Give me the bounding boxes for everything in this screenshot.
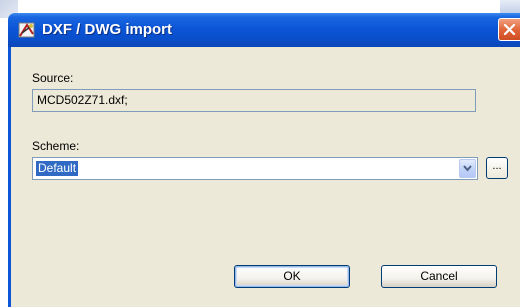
cad-import-icon <box>18 21 36 39</box>
dialog-body: Source: MCD502Z71.dxf; Scheme: Default .… <box>8 47 520 307</box>
window-title: DXF / DWG import <box>42 21 172 38</box>
source-field: MCD502Z71.dxf; <box>32 89 476 112</box>
scheme-selected-value: Default <box>36 161 79 176</box>
title-bar[interactable]: DXF / DWG import <box>8 13 520 47</box>
scheme-select[interactable]: Default <box>32 157 478 180</box>
ok-button[interactable]: OK <box>234 265 350 288</box>
dxf-dwg-import-dialog: DXF / DWG import Source: MCD502Z71.dxf; … <box>0 0 520 307</box>
cancel-button[interactable]: Cancel <box>381 265 497 288</box>
scheme-browse-button[interactable]: ... <box>486 157 508 179</box>
scheme-label: Scheme: <box>32 139 80 153</box>
close-button[interactable] <box>498 18 520 41</box>
scheme-dropdown-button[interactable] <box>459 159 476 178</box>
source-label: Source: <box>32 71 74 85</box>
